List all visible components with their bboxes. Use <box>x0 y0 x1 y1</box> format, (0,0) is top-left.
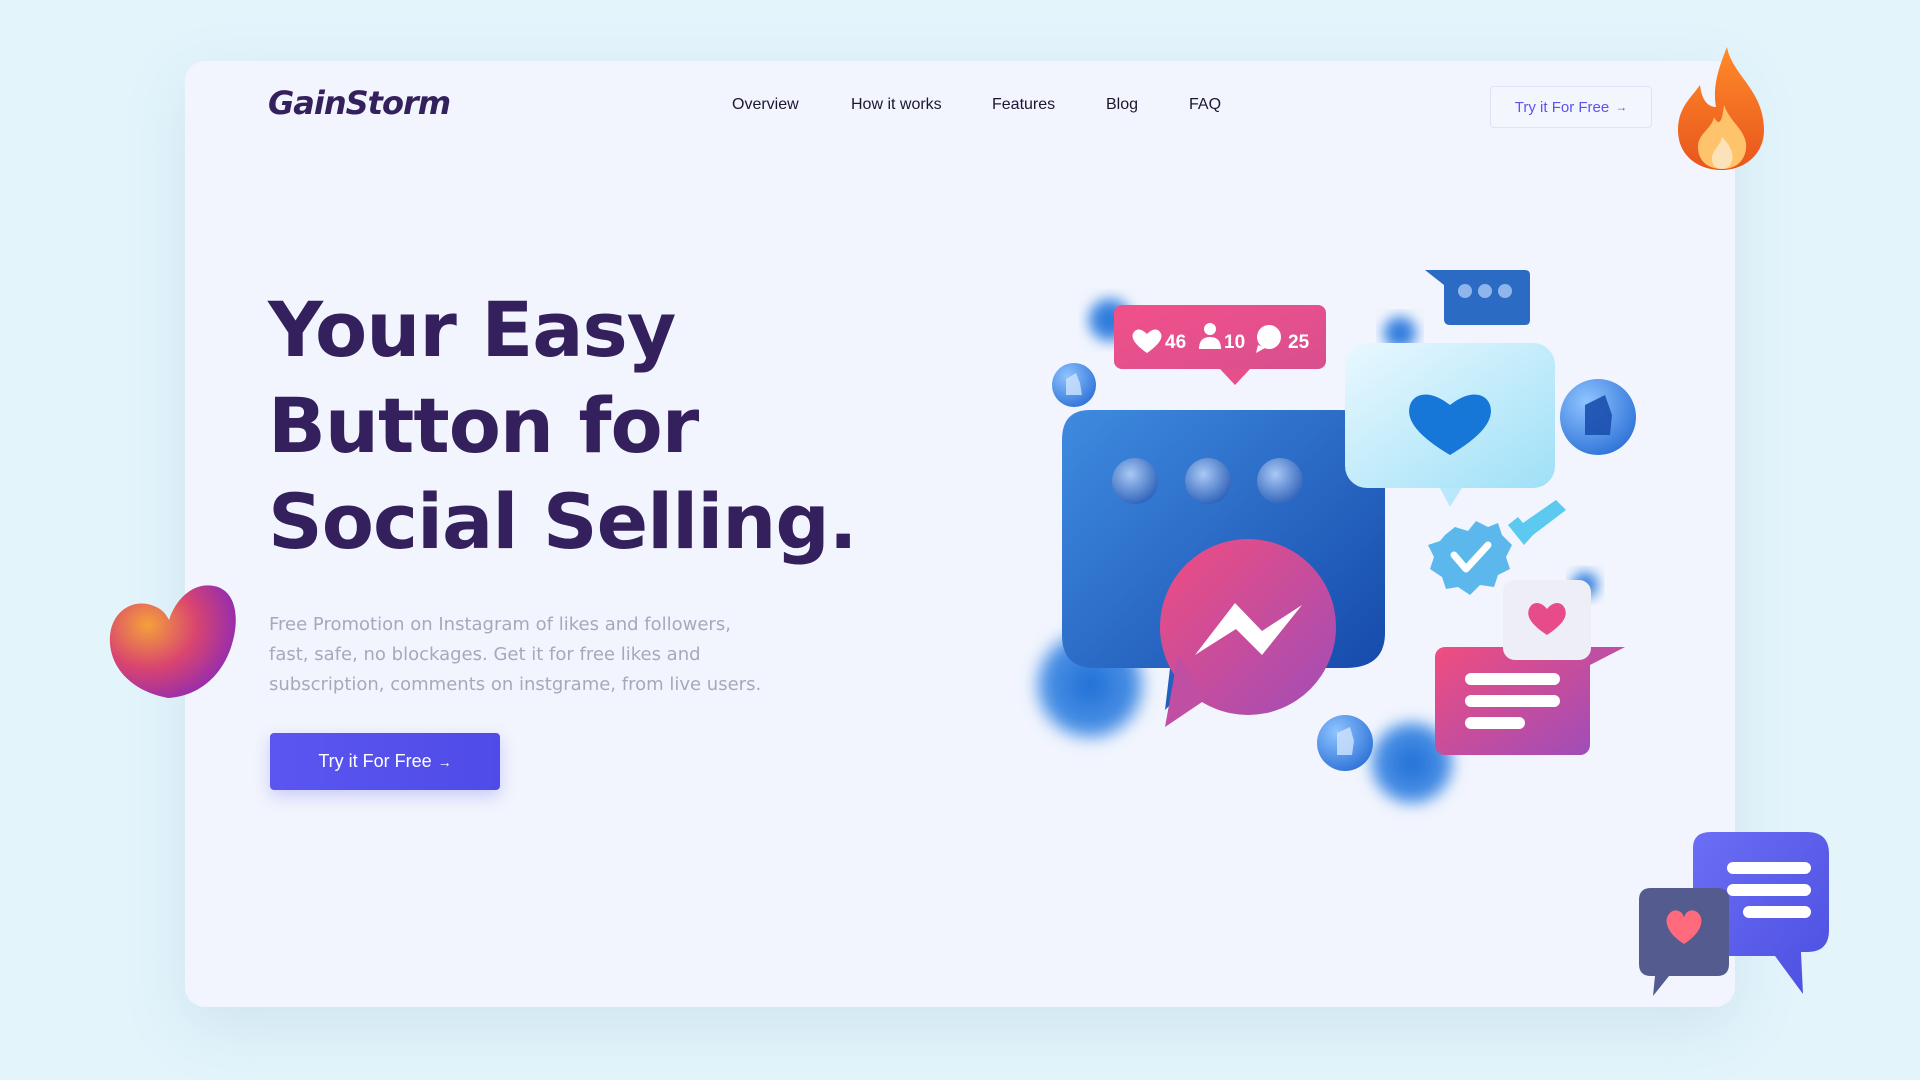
nav-item-features[interactable]: Features <box>992 96 1055 114</box>
heart-3d-icon <box>109 585 236 698</box>
hero-title: Your Easy Button for Social Selling. <box>268 282 908 570</box>
nav-item-how-it-works[interactable]: How it works <box>851 96 942 114</box>
hero-description: Free Promotion on Instagram of likes and… <box>269 610 789 700</box>
nav-item-blog[interactable]: Blog <box>1106 96 1138 114</box>
hero-description-line: Free Promotion on Instagram of likes and… <box>269 614 731 635</box>
social-illustration: 46 10 25 <box>1028 270 1636 811</box>
nav-item-faq[interactable]: FAQ <box>1189 96 1221 114</box>
likes-count: 46 <box>1165 332 1186 353</box>
try-free-hero-label: Try it For Free <box>318 751 432 771</box>
hero-description-line: subscription, comments on instgrame, fro… <box>269 674 762 695</box>
followers-count: 10 <box>1224 332 1245 353</box>
arrow-right-icon: → <box>1615 100 1628 114</box>
brand-logo[interactable]: GainStorm <box>268 84 451 122</box>
nav-item-overview[interactable]: Overview <box>732 96 799 114</box>
fire-icon <box>1678 47 1764 170</box>
comments-count: 25 <box>1288 332 1310 353</box>
try-free-nav-button[interactable]: Try it For Free → <box>1490 86 1652 128</box>
try-free-nav-label: Try it For Free <box>1514 98 1610 116</box>
hero-title-line: Social Selling. <box>268 477 858 566</box>
arrow-right-icon: → <box>437 753 452 770</box>
try-free-hero-button[interactable]: Try it For Free → <box>270 733 500 790</box>
verified-badge-icon <box>1428 521 1512 595</box>
hero-title-line: Your Easy <box>268 285 676 374</box>
chat-bubbles-icon <box>1639 832 1829 996</box>
hero-title-line: Button for <box>268 381 699 470</box>
hero-description-line: fast, safe, no blockages. Get it for fre… <box>269 644 701 665</box>
